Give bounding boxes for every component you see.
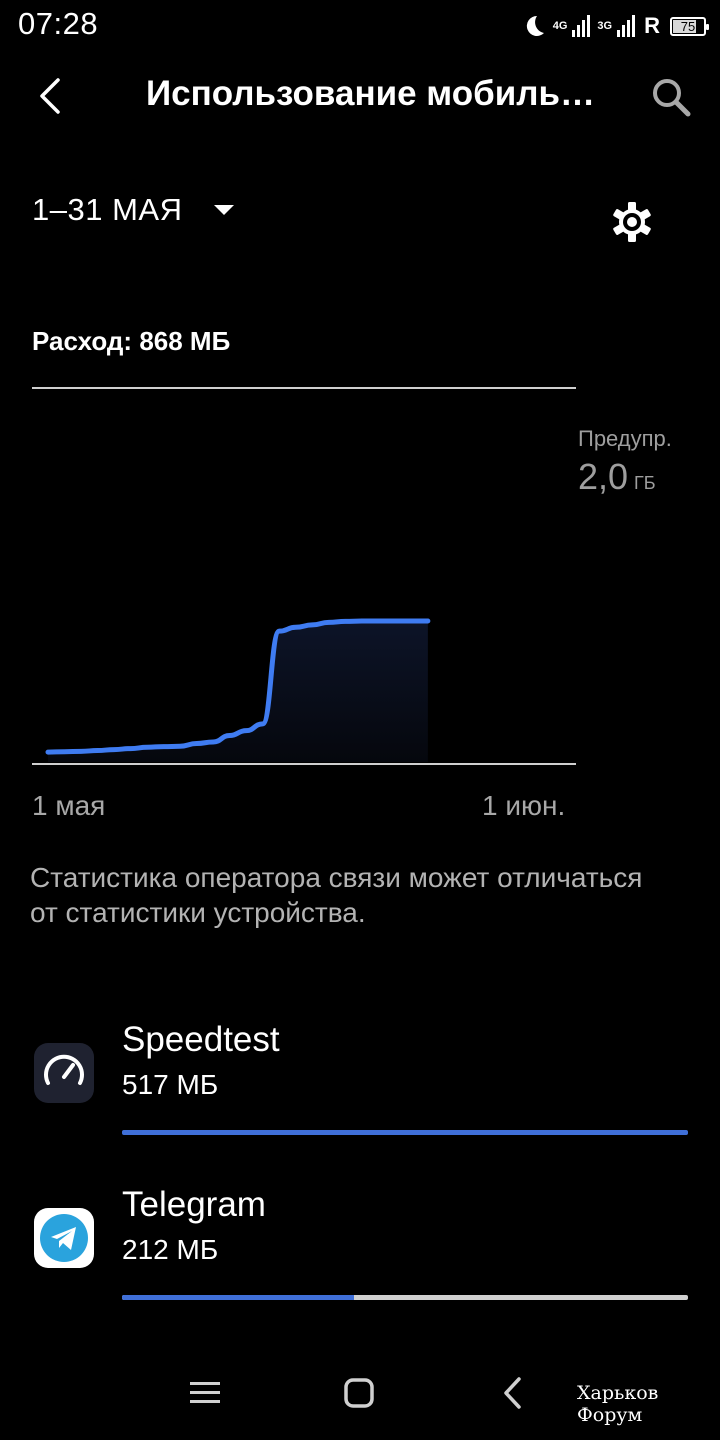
- page-title: Использование мобиль…: [146, 74, 595, 113]
- x-axis-end-label: 1 июн.: [482, 790, 566, 821]
- settings-button[interactable]: [608, 198, 656, 246]
- usage-bar-fill: [122, 1295, 355, 1300]
- search-icon: [653, 79, 691, 117]
- network-type-2: 3G: [597, 20, 613, 32]
- home-button[interactable]: [340, 1374, 378, 1417]
- battery-level: 75: [680, 18, 696, 34]
- status-time: 07:28: [18, 6, 99, 41]
- chart-area-fill: [48, 621, 428, 762]
- battery-icon: 75: [670, 16, 709, 36]
- usage-bar: [122, 1130, 688, 1135]
- search-button[interactable]: [648, 74, 694, 120]
- x-axis-start-label: 1 мая: [32, 790, 106, 821]
- network-type-1: 4G: [552, 20, 568, 32]
- roaming-indicator: R: [644, 13, 660, 38]
- telegram-icon: [34, 1208, 94, 1268]
- caret-down-icon: [214, 205, 235, 215]
- app-name: Telegram: [122, 1185, 266, 1224]
- warning-label: Предупр.: [578, 426, 672, 451]
- app-name: Speedtest: [122, 1020, 280, 1059]
- usage-label: Расход:: [32, 326, 133, 356]
- menu-icon: [190, 1382, 220, 1403]
- usage-summary: Расход: 868 МБ: [32, 326, 230, 357]
- home-icon: [344, 1378, 374, 1408]
- warning-amount: 2,0: [578, 456, 629, 497]
- app-usage: 212 МБ: [122, 1234, 219, 1265]
- status-icons: 4G 3G R 75: [521, 10, 709, 42]
- speedometer-icon: [34, 1043, 94, 1103]
- usage-bar: [122, 1295, 688, 1300]
- signal-icon: [572, 15, 591, 37]
- operator-note: Статистика оператора связи может отличат…: [30, 862, 643, 928]
- back-arrow-icon: [40, 78, 60, 114]
- warning-value: 2,0 ГБ: [578, 456, 656, 498]
- signal-icon: [617, 15, 636, 37]
- app-row-speedtest[interactable]: Speedtest 517 МБ: [0, 1000, 720, 1150]
- gear-icon: [613, 202, 651, 242]
- usage-bar-fill: [122, 1130, 688, 1135]
- usage-value: 868 МБ: [139, 326, 231, 356]
- status-bar: 07:28 4G 3G R 75: [0, 0, 720, 50]
- period-label: 1–31 МАЯ: [32, 192, 183, 227]
- recent-apps-button[interactable]: [186, 1374, 224, 1417]
- app-usage: 517 МБ: [122, 1069, 219, 1100]
- warning-unit: ГБ: [634, 473, 656, 493]
- app-row-telegram[interactable]: Telegram 212 МБ: [0, 1165, 720, 1315]
- back-icon: [504, 1377, 521, 1409]
- back-button[interactable]: [30, 72, 74, 120]
- watermark: Харьков Форум: [577, 1382, 659, 1426]
- period-selector[interactable]: 1–31 МАЯ: [32, 192, 235, 228]
- moon-icon: [526, 15, 544, 36]
- system-back-button[interactable]: [494, 1374, 532, 1417]
